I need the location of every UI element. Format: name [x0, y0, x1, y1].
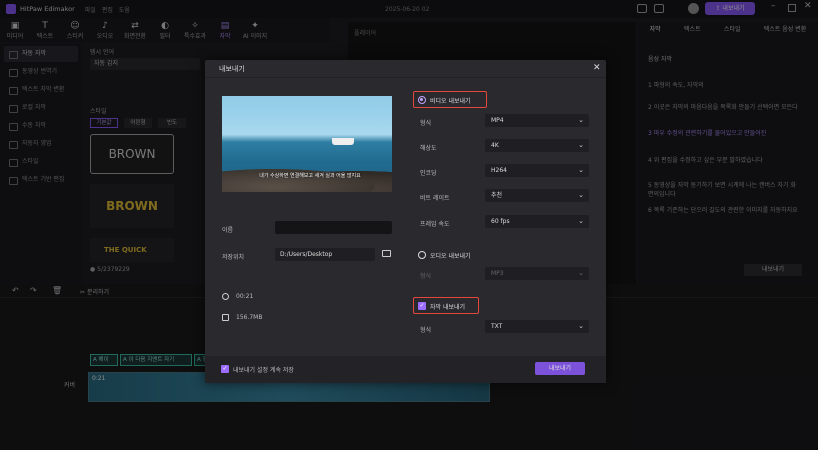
duration-value: 00:21 [236, 293, 254, 300]
file-size-icon [222, 314, 229, 321]
dialog-export-button[interactable]: 내보내기 [535, 362, 585, 375]
subtitle-format-label: 형식 [420, 327, 432, 334]
chevron-down-icon: ⌄ [578, 166, 584, 174]
name-label: 이름 [222, 227, 234, 234]
subtitle-export-checkbox[interactable]: ✓ [418, 302, 426, 310]
clock-icon [222, 293, 229, 300]
format-select[interactable]: MP4 ⌄ [485, 114, 589, 127]
dialog-title: 내보내기 [205, 60, 606, 78]
chevron-down-icon: ⌄ [578, 269, 584, 277]
bitrate-select[interactable]: 추천 ⌄ [485, 189, 589, 202]
dialog-close-icon[interactable]: ✕ [593, 63, 601, 73]
video-export-radio[interactable] [418, 96, 426, 104]
preview-rocks [222, 166, 392, 192]
export-dialog: 내보내기 ✕ 내가 수상하면 연결해보고 새겨 실과 어울 많지요 이름 저장위… [205, 60, 606, 383]
path-label: 저장위치 [222, 254, 245, 261]
audio-format-label: 형식 [420, 273, 432, 280]
fps-label: 프레임 속도 [420, 221, 450, 228]
chevron-down-icon: ⌄ [578, 116, 584, 124]
encoder-select[interactable]: H264 ⌄ [485, 164, 589, 177]
audio-format-select[interactable]: MP3 ⌄ [485, 267, 589, 280]
subtitle-export-label: 자막 내보내기 [430, 304, 466, 311]
fps-select[interactable]: 60 fps ⌄ [485, 215, 589, 228]
name-input[interactable] [275, 221, 392, 234]
audio-export-label: 오디오 내보내기 [430, 253, 471, 260]
remember-settings-checkbox[interactable]: ✓ [221, 365, 229, 373]
chevron-down-icon: ⌄ [578, 322, 584, 330]
video-preview: 내가 수상하면 연결해보고 새겨 실과 어울 많지요 [222, 96, 392, 192]
chevron-down-icon: ⌄ [578, 141, 584, 149]
folder-icon[interactable] [382, 250, 391, 257]
format-label: 형식 [420, 120, 432, 127]
encoder-label: 인코딩 [420, 170, 437, 177]
preview-boat [332, 138, 354, 145]
audio-export-radio[interactable] [418, 251, 426, 259]
resolution-select[interactable]: 4K ⌄ [485, 139, 589, 152]
path-input[interactable]: D:/Users/Desktop [275, 248, 375, 261]
resolution-label: 해상도 [420, 145, 437, 152]
video-export-label: 비디오 내보내기 [430, 98, 471, 105]
preview-subtitle: 내가 수상하면 연결해보고 새겨 실과 어울 많지요 [259, 173, 361, 179]
remember-settings-label: 내보내기 설정 계속 저장 [233, 367, 294, 374]
chevron-down-icon: ⌄ [578, 217, 584, 225]
subtitle-format-select[interactable]: TXT ⌄ [485, 320, 589, 333]
file-size-value: 156.7MB [236, 314, 263, 321]
chevron-down-icon: ⌄ [578, 191, 584, 199]
bitrate-label: 비트 레이트 [420, 195, 450, 202]
